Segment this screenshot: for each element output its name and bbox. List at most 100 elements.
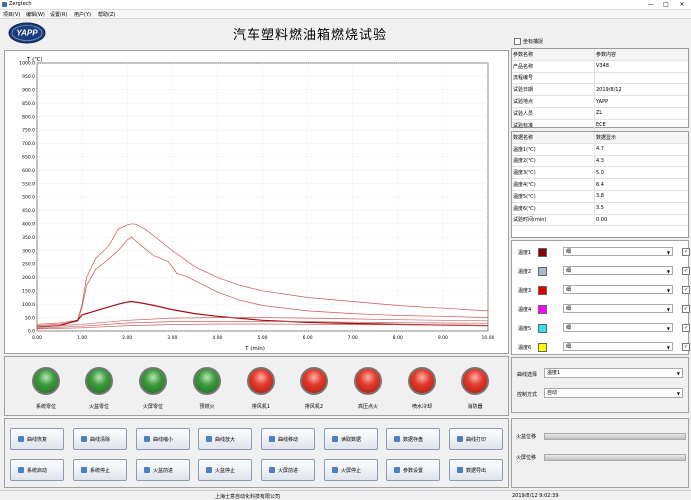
color-swatch[interactable] bbox=[538, 324, 547, 333]
show-checkbox[interactable]: ✓ bbox=[682, 248, 690, 256]
menu-project[interactable]: 项目(V) bbox=[3, 11, 20, 18]
y-tick-label: 500.0 bbox=[22, 195, 35, 201]
x-tick-label: 1.00 bbox=[77, 335, 87, 341]
color-swatch[interactable] bbox=[538, 248, 547, 257]
menu-settings[interactable]: 设置(R) bbox=[50, 11, 67, 18]
fire-screen-position-label: 火屏位移 bbox=[516, 455, 537, 461]
info-value[interactable]: 2019/8/12 bbox=[594, 83, 688, 97]
data-value: 4.7 bbox=[594, 143, 688, 156]
fire-screen-position-bar bbox=[544, 454, 686, 461]
color-swatch[interactable] bbox=[538, 305, 547, 314]
close-button[interactable]: ✕ bbox=[675, 1, 689, 8]
x-tick-label: 5.00 bbox=[257, 335, 267, 341]
system-stop-button[interactable]: 系统停止 bbox=[73, 459, 127, 481]
show-checkbox[interactable]: ✓ bbox=[682, 305, 690, 313]
menu-user[interactable]: 用户(Y) bbox=[74, 11, 91, 18]
info-value[interactable]: V348 bbox=[594, 60, 688, 73]
data-name: 温度1(℃) bbox=[512, 143, 595, 156]
print-icon bbox=[457, 436, 463, 442]
data-value: 4.3 bbox=[594, 155, 688, 168]
sensor-row-2: 温度2 细 ▼ ✓ bbox=[512, 265, 690, 277]
coord-capture-checkbox[interactable]: 坐标捕捉 bbox=[514, 38, 543, 45]
y-tick-label: 850.0 bbox=[22, 101, 35, 107]
table-row: 试验日期 2019/8/12 bbox=[512, 83, 688, 97]
curve-clear-button[interactable]: 曲线清除 bbox=[73, 428, 127, 450]
line-style-select[interactable]: 细 ▼ bbox=[563, 304, 673, 313]
line-style-select[interactable]: 细 ▼ bbox=[563, 266, 673, 275]
curve-control-panel: 曲线选择 温度1 ▼ 控制方式 自动 ▼ bbox=[511, 357, 689, 413]
line-style-select[interactable]: 细 ▼ bbox=[563, 323, 673, 332]
checkbox-box[interactable] bbox=[514, 38, 521, 45]
temperature-chart[interactable]: 0.0 50.0 100.0 150.0 200.0 250.0 300.0 350.0 400… bbox=[4, 50, 509, 354]
status-lamp bbox=[408, 367, 436, 395]
lamp-label: 火盆零位 bbox=[88, 404, 109, 410]
window-title: Zergtech bbox=[9, 1, 32, 7]
fire-screen-forward-button[interactable]: 火屏前进 bbox=[261, 459, 315, 481]
curve-move-button[interactable]: 曲线移动 bbox=[261, 428, 315, 450]
color-swatch[interactable] bbox=[538, 343, 547, 352]
data-export-button[interactable]: 数据导出 bbox=[449, 459, 503, 481]
info-value[interactable]: ZL bbox=[594, 107, 688, 120]
y-tick-label: 550.0 bbox=[22, 181, 35, 187]
x-tick-label: 10.00 bbox=[482, 335, 495, 341]
read-data-button[interactable]: 读取数据 bbox=[324, 428, 378, 450]
show-checkbox[interactable]: ✓ bbox=[682, 267, 690, 275]
command-buttons-panel: 曲线恢复 曲线清除 曲线缩小 曲线放大 曲线移动 读取数据 数据存盘 曲线打印 … bbox=[4, 418, 509, 488]
info-value[interactable]: ECE bbox=[594, 119, 688, 132]
curve-select[interactable]: 温度1 ▼ bbox=[544, 368, 683, 378]
chevron-down-icon: ▼ bbox=[666, 288, 670, 293]
curve-restore-button[interactable]: 曲线恢复 bbox=[10, 428, 64, 450]
system-start-button[interactable]: 系统启动 bbox=[10, 459, 64, 481]
table-row: 温度2(℃) 4.3 bbox=[512, 155, 688, 168]
save-data-button[interactable]: 数据存盘 bbox=[386, 428, 440, 450]
table-row: 产品名称 V348 bbox=[512, 60, 688, 73]
fire-screen-stop-button[interactable]: 火屏停止 bbox=[324, 459, 378, 481]
x-tick-label: 0.00 bbox=[32, 335, 42, 341]
minimize-button[interactable]: — bbox=[644, 1, 658, 8]
line-style-select[interactable]: 细 ▼ bbox=[563, 285, 673, 294]
curve-zoom-out-button[interactable]: 曲线缩小 bbox=[136, 428, 190, 450]
fire-pan-position-bar bbox=[544, 433, 686, 440]
show-checkbox[interactable]: ✓ bbox=[682, 343, 690, 351]
status-lamps-panel: 系统零位 火盆零位 火屏零位 预燃火 排风机1 排风机2 高压点火 喷水冷却 消… bbox=[4, 356, 509, 416]
parameter-settings-button[interactable]: 参数设置 bbox=[386, 459, 440, 481]
data-value: 0.00 bbox=[594, 214, 688, 227]
maximize-button[interactable]: □ bbox=[659, 1, 673, 8]
color-swatch[interactable] bbox=[538, 286, 547, 295]
app-icon bbox=[2, 2, 7, 7]
show-checkbox[interactable]: ✓ bbox=[682, 286, 690, 294]
y-tick-label: 800.0 bbox=[22, 114, 35, 120]
fire-pan-forward-button[interactable]: 火盆前进 bbox=[136, 459, 190, 481]
sensor-label: 温度6 bbox=[518, 345, 532, 351]
show-checkbox[interactable]: ✓ bbox=[682, 324, 690, 332]
data-header-name: 数据名称 bbox=[512, 132, 595, 144]
curve-print-button[interactable]: 曲线打印 bbox=[449, 428, 503, 450]
menu-help[interactable]: 帮助(Z) bbox=[98, 11, 115, 18]
info-value[interactable]: YAPP bbox=[594, 95, 688, 108]
chart-x-label: T (min) bbox=[244, 346, 265, 352]
chart-y-ticks: 0.0 50.0 100.0 150.0 200.0 250.0 300.0 350.0 400… bbox=[19, 61, 35, 335]
chevron-down-icon: ▼ bbox=[676, 371, 680, 376]
curve-zoom-in-button[interactable]: 曲线放大 bbox=[198, 428, 252, 450]
line-style-select[interactable]: 细 ▼ bbox=[563, 247, 673, 256]
info-name: 试验地点 bbox=[512, 95, 595, 108]
button-icon bbox=[81, 467, 87, 473]
data-name: 温度6(℃) bbox=[512, 202, 595, 215]
line-style-select[interactable]: 细 ▼ bbox=[563, 342, 673, 351]
y-tick-label: 650.0 bbox=[22, 155, 35, 161]
y-tick-label: 700.0 bbox=[22, 141, 35, 147]
data-table: 数据名称 数据显示 温度1(℃) 4.7 温度2(℃) 4.3 温度3(℃) 5.0 … bbox=[511, 131, 689, 238]
button-icon bbox=[269, 436, 275, 442]
button-icon bbox=[144, 467, 150, 473]
y-tick-label: 950.0 bbox=[22, 74, 35, 80]
y-tick-label: 150.0 bbox=[22, 289, 35, 295]
menu-edit[interactable]: 编辑(W) bbox=[26, 11, 45, 18]
fire-pan-stop-button[interactable]: 火盆停止 bbox=[198, 459, 252, 481]
color-swatch[interactable] bbox=[538, 267, 547, 276]
info-value[interactable] bbox=[594, 72, 688, 85]
control-mode-select[interactable]: 自动 ▼ bbox=[544, 388, 683, 398]
x-tick-label: 3.00 bbox=[167, 335, 177, 341]
sensor-row-3: 温度3 细 ▼ ✓ bbox=[512, 284, 690, 296]
page-title: 汽车塑料燃油箱燃烧试验 bbox=[232, 28, 387, 43]
status-lamp bbox=[193, 367, 221, 395]
